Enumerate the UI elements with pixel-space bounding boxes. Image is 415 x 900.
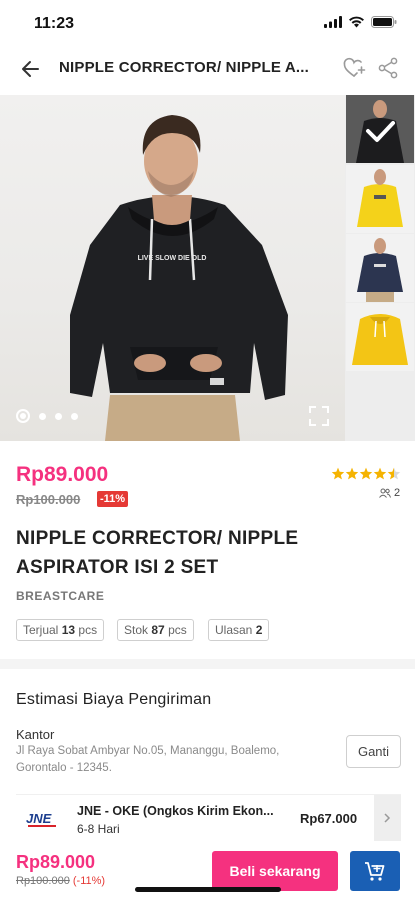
status-time: 11:23	[34, 15, 75, 32]
change-address-button[interactable]: Ganti	[346, 735, 401, 768]
sold-unit: pcs	[78, 623, 98, 637]
star-icon	[373, 467, 387, 480]
thumbnail-image	[346, 303, 414, 371]
courier-name: JNE - OKE (Ongkos Kirim Ekon...	[77, 804, 274, 818]
reviews-chip[interactable]: Ulasan 2	[208, 619, 270, 641]
shipping-section-title: Estimasi Biaya Pengiriman	[16, 691, 212, 708]
status-bar: 11:23	[0, 0, 415, 46]
expand-icon	[309, 406, 329, 426]
bottom-old-price-value: Rp100.000	[16, 875, 70, 887]
jne-logo-icon: JNE	[26, 811, 56, 827]
courier-eta: 6-8 Hari	[77, 822, 120, 836]
chevron-right-icon	[384, 813, 391, 823]
reviews-label: Ulasan	[215, 623, 253, 637]
star-half-icon	[387, 467, 401, 480]
carousel-dot[interactable]	[39, 412, 46, 420]
thumbnail-1[interactable]	[346, 95, 414, 163]
star-icon	[345, 467, 359, 480]
address-text: Jl Raya Sobat Ambyar No.05, Mananggu, Bo…	[16, 745, 280, 774]
thumbnail-4[interactable]	[346, 303, 414, 371]
carousel-indicator	[16, 409, 78, 423]
stock-label: Stok	[124, 623, 149, 637]
thumbnail-image	[346, 234, 414, 302]
wishlist-button[interactable]	[342, 56, 366, 80]
reviews-value: 2	[255, 623, 263, 637]
star-icon	[359, 467, 373, 480]
status-icons	[324, 16, 397, 28]
cart-plus-icon	[365, 862, 385, 881]
shirt-print-text: LIVE SLOW DIE OLD	[138, 255, 207, 262]
signal-icon	[324, 16, 342, 28]
fullscreen-button[interactable]	[308, 405, 330, 427]
courier-price: Rp67.000	[300, 811, 358, 826]
bottom-price: Rp89.000	[16, 852, 96, 872]
thumbnail-strip	[345, 95, 415, 441]
jne-logo-text: JNE	[26, 811, 52, 826]
buy-now-button[interactable]: Beli sekarang	[212, 851, 338, 891]
rating-stars	[331, 467, 401, 480]
bottom-discount: (-11%)	[72, 875, 106, 887]
heart-plus-icon	[343, 57, 366, 77]
courier-expand-button[interactable]	[374, 795, 401, 841]
share-button[interactable]	[377, 56, 399, 80]
section-divider	[0, 659, 415, 669]
reviewer-count-value: 2	[394, 487, 401, 499]
hoodie-photo: LIVE SLOW DIE OLD	[70, 115, 288, 441]
arrow-left-icon	[22, 61, 39, 77]
address-label: Kantor	[16, 727, 55, 742]
thumbnail-image	[346, 165, 414, 233]
jne-logo: JNE	[22, 803, 62, 833]
original-price: Rp100.000	[16, 492, 81, 507]
courier-option[interactable]: JNE JNE - OKE (Ongkos Kirim Ekon... 6-8 …	[16, 794, 401, 841]
product-title: NIPPLE CORRECTOR/ NIPPLE ASPIRATOR ISI 2…	[16, 528, 299, 578]
product-gallery: LIVE SLOW DIE OLD	[0, 95, 415, 441]
discount-badge: -11%	[97, 491, 129, 507]
carousel-dot[interactable]	[55, 412, 62, 420]
main-product-image[interactable]: LIVE SLOW DIE OLD	[0, 95, 345, 441]
brand-name[interactable]: BREASTCARE	[16, 589, 104, 603]
thumbnail-3[interactable]	[346, 234, 414, 302]
reviewer-count: 2	[379, 487, 400, 499]
home-indicator	[135, 887, 281, 892]
users-icon	[379, 488, 391, 498]
stock-chip: Stok 87 pcs	[117, 619, 194, 641]
stock-unit: pcs	[168, 623, 187, 637]
thumbnail-2[interactable]	[346, 165, 414, 233]
sold-value: 13	[61, 623, 76, 637]
battery-icon	[371, 16, 397, 28]
star-icon	[331, 467, 345, 480]
wifi-icon	[349, 16, 364, 28]
back-button[interactable]	[18, 56, 44, 82]
sold-label: Terjual	[23, 623, 59, 637]
share-icon	[378, 57, 398, 79]
carousel-dot-active[interactable]	[16, 409, 30, 423]
app-header: NIPPLE CORRECTOR/ NIPPLE A...	[0, 46, 415, 92]
stock-value: 87	[151, 623, 165, 637]
page-title: NIPPLE CORRECTOR/ NIPPLE A...	[59, 59, 309, 76]
thumbnail-image	[346, 95, 414, 163]
product-price: Rp89.000	[16, 463, 109, 486]
bottom-old-price: Rp100.000 (-11%)	[16, 875, 105, 887]
carousel-dot[interactable]	[71, 412, 78, 420]
add-to-cart-button[interactable]	[350, 851, 400, 891]
sold-chip: Terjual 13 pcs	[16, 619, 105, 641]
